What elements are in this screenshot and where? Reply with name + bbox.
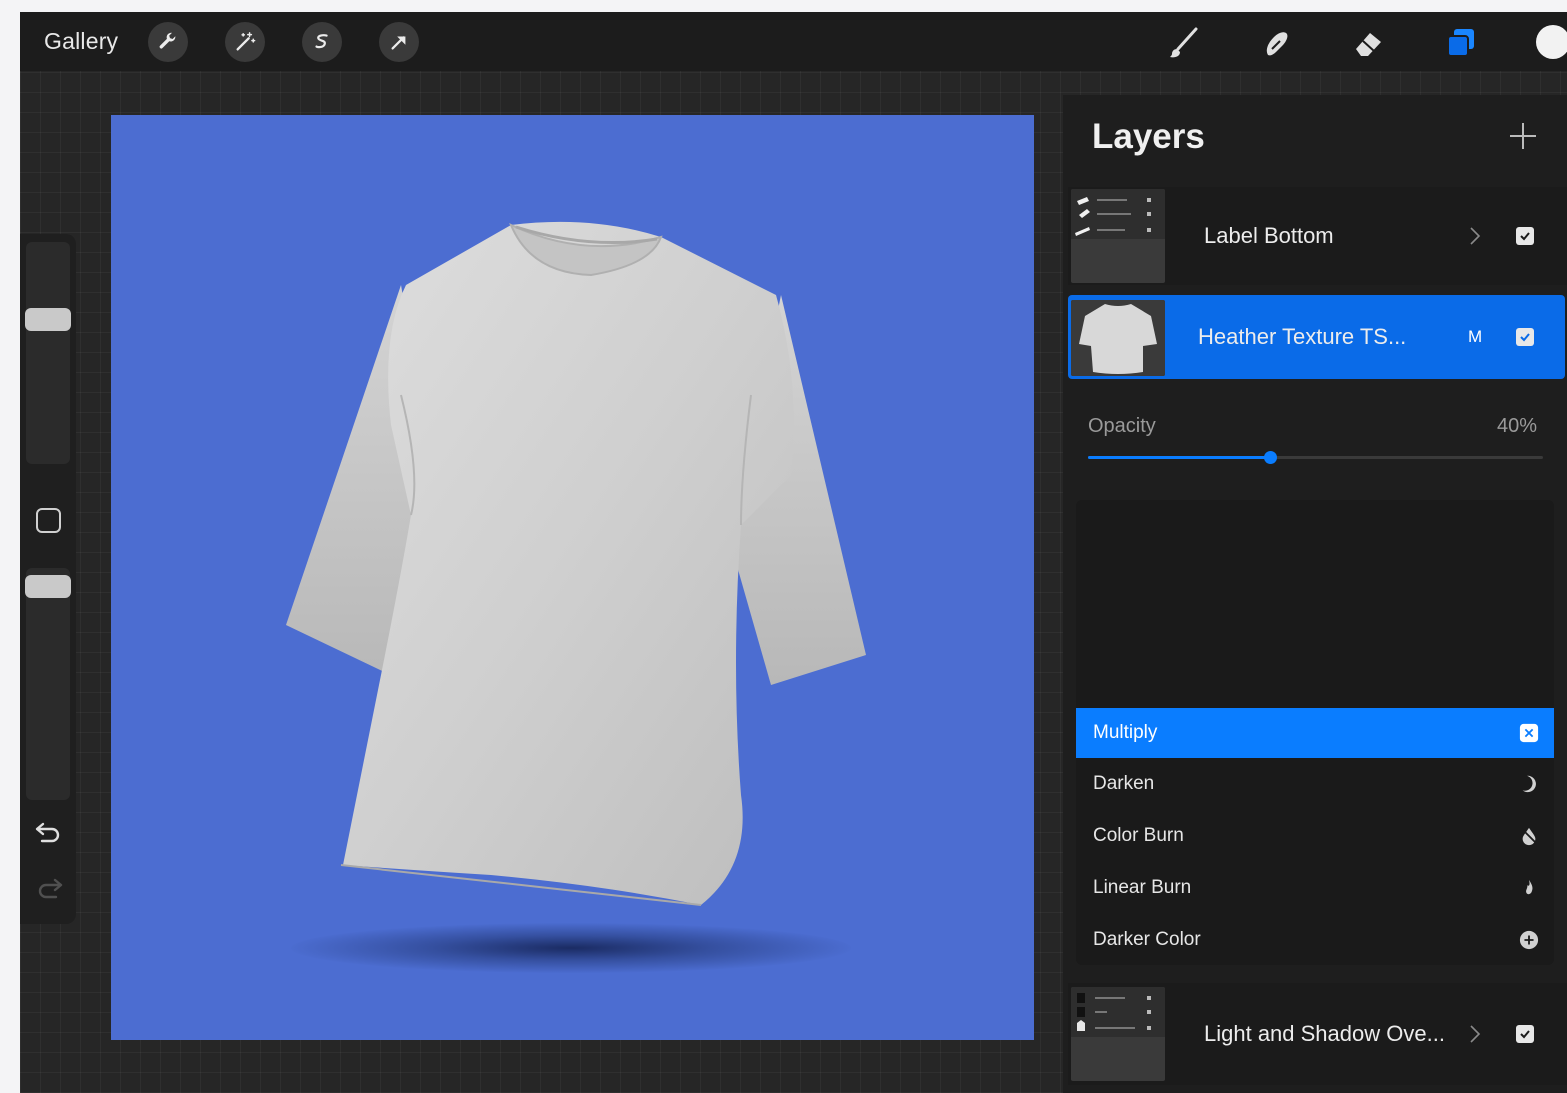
gallery-button[interactable]: Gallery (44, 28, 118, 55)
canvas[interactable] (111, 115, 1034, 1040)
brush-opacity-handle[interactable] (25, 575, 71, 598)
blend-mode-list: Multiply Darken Color Burn Linear Burn D… (1076, 708, 1554, 966)
procreate-app: Gallery Layers Label Bottom Heather Text… (20, 12, 1567, 1093)
t-shirt-mockup (286, 221, 866, 906)
blend-option-label: Darken (1093, 773, 1155, 794)
blend-option-label: Color Burn (1093, 825, 1184, 846)
color-icon[interactable] (1536, 25, 1567, 59)
layer-visibility-checkbox[interactable] (1516, 1025, 1534, 1043)
layer-name: Label Bottom (1204, 223, 1334, 248)
layer-visibility-checkbox[interactable] (1516, 328, 1534, 346)
moon-icon (1518, 773, 1540, 795)
layers-panel-title: Layers (1092, 117, 1205, 156)
layer-thumbnail (1071, 300, 1165, 376)
brush-icon[interactable] (1164, 23, 1204, 63)
flame-icon (1518, 877, 1540, 899)
blend-mode-menu: Multiply Darken Color Burn Linear Burn D… (1076, 500, 1554, 965)
brush-size-slider[interactable] (26, 242, 70, 464)
layers-icon[interactable] (1441, 23, 1481, 63)
blend-option-darken[interactable]: Darken (1076, 758, 1554, 810)
eraser-icon[interactable] (1348, 23, 1388, 63)
opacity-slider-handle[interactable] (1264, 451, 1277, 464)
blend-option-linear-burn[interactable]: Linear Burn (1076, 862, 1554, 914)
layer-row-heather-texture[interactable]: Heather Texture TS... M (1068, 295, 1565, 379)
group-thumbnail (1071, 189, 1165, 283)
selection-icon[interactable] (302, 22, 342, 62)
left-sidebar (20, 234, 76, 924)
blend-mode-letter[interactable]: M (1468, 327, 1482, 347)
brush-size-handle[interactable] (25, 308, 71, 331)
burn-drop-icon (1518, 825, 1540, 847)
wrench-icon[interactable] (148, 22, 188, 62)
top-toolbar: Gallery (20, 12, 1567, 71)
group-thumbnail (1071, 987, 1165, 1081)
plus-icon[interactable] (1508, 121, 1538, 151)
plus-circle-icon (1518, 929, 1540, 951)
chevron-right-icon[interactable] (1468, 1023, 1482, 1045)
layer-visibility-checkbox[interactable] (1516, 227, 1534, 245)
smudge-icon[interactable] (1256, 23, 1296, 63)
blend-option-darker-color[interactable]: Darker Color (1076, 914, 1554, 966)
opacity-label: Opacity (1088, 415, 1156, 437)
chevron-right-icon[interactable] (1468, 225, 1482, 247)
shirt-shadow (291, 923, 851, 973)
magic-wand-icon[interactable] (225, 22, 265, 62)
transform-arrow-icon[interactable] (379, 22, 419, 62)
layer-name: Heather Texture TS... (1198, 324, 1407, 349)
undo-icon[interactable] (34, 820, 64, 844)
redo-icon[interactable] (34, 876, 64, 900)
blend-option-label: Linear Burn (1093, 877, 1192, 898)
brush-opacity-slider[interactable] (26, 568, 70, 800)
layer-row-label-bottom[interactable]: Label Bottom (1068, 187, 1567, 285)
layer-row-light-and-shadow[interactable]: Light and Shadow Ove... (1068, 983, 1567, 1085)
opacity-slider[interactable] (1088, 451, 1543, 464)
blend-option-color-burn[interactable]: Color Burn (1076, 810, 1554, 862)
opacity-value: 40% (1496, 415, 1537, 437)
layers-panel: Layers Label Bottom Heather Texture TS..… (1063, 95, 1567, 1093)
blend-option-label: Multiply (1093, 722, 1158, 743)
blend-option-label: Darker Color (1093, 929, 1201, 950)
modify-square-icon[interactable] (36, 508, 61, 533)
multiply-icon (1518, 722, 1540, 744)
blend-option-multiply[interactable]: Multiply (1076, 708, 1554, 758)
layer-name: Light and Shadow Ove... (1204, 1021, 1445, 1046)
opacity-slider-fill (1088, 456, 1270, 459)
